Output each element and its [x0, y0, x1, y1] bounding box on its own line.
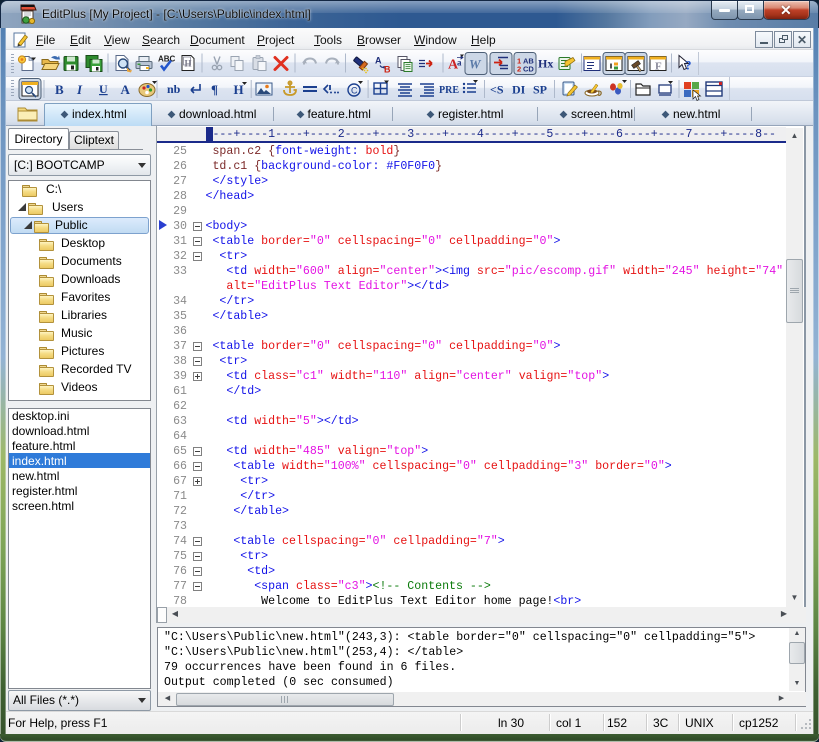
svg-text:U: U — [99, 82, 108, 96]
svg-text:PRE: PRE — [439, 85, 459, 96]
svg-text:nb: nb — [167, 82, 181, 96]
svg-text:ABC: ABC — [158, 55, 176, 64]
svg-text:W: W — [469, 57, 482, 72]
svg-text:2: 2 — [517, 65, 521, 74]
svg-text:SP: SP — [533, 83, 547, 97]
svg-text:B: B — [55, 82, 64, 97]
svg-text:A: A — [121, 82, 131, 97]
svg-text:CD: CD — [523, 65, 534, 74]
svg-text:Hx: Hx — [538, 57, 553, 71]
svg-text:H: H — [234, 82, 244, 97]
svg-text:F: F — [655, 61, 662, 73]
svg-text:A: A — [375, 56, 382, 66]
svg-text:<S: <S — [490, 83, 504, 97]
svg-text:C: C — [351, 86, 358, 96]
svg-text:I: I — [76, 82, 83, 97]
svg-text:¶: ¶ — [211, 82, 218, 97]
svg-text:DI: DI — [512, 83, 526, 97]
svg-text:B: B — [384, 65, 391, 75]
svg-text:?: ? — [685, 58, 692, 73]
